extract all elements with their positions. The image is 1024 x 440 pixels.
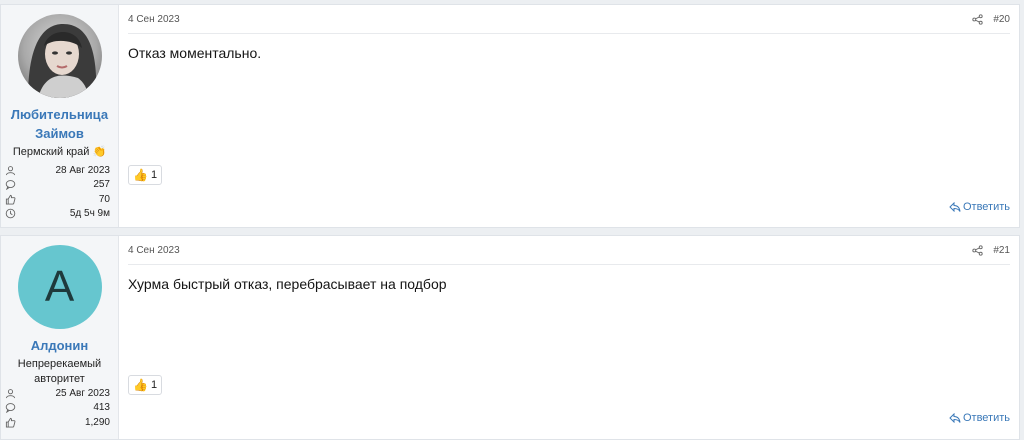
reaction-count: 1 — [150, 169, 158, 181]
stat-value: 5д 5ч 9м — [69, 208, 110, 220]
share-icon[interactable] — [972, 244, 983, 256]
reaction-badge[interactable]: 👍 1 — [128, 165, 163, 185]
post-message: Хурма быстрый отказ, перебрасывает на по… — [128, 276, 447, 292]
stat-messages: 413 — [5, 401, 110, 416]
post-meta: 4 Сен 2023 #21 — [128, 236, 1010, 265]
user-title: Непререкаемый авторитет — [17, 358, 102, 385]
post-number[interactable]: #20 — [993, 14, 1010, 25]
user-stats: 28 Авг 2023 257 70 5д 5ч 9м — [5, 163, 110, 221]
post-content: 4 Сен 2023 #21 Хурма быстрый отказ, пере… — [119, 236, 1019, 439]
user-title: Пермский край 👏 — [12, 146, 107, 158]
clock-icon — [5, 208, 16, 219]
post-date[interactable]: 4 Сен 2023 — [128, 14, 180, 25]
user-stats: 25 Авг 2023 413 1,290 — [5, 386, 110, 430]
stat-value: 25 Авг 2023 — [55, 387, 110, 399]
thumbs-up-icon — [5, 417, 16, 428]
stat-joined: 25 Авг 2023 — [5, 386, 110, 401]
reply-button[interactable]: Ответить — [949, 412, 1010, 424]
user-info: Любительница Займов Пермский край 👏 28 А… — [1, 5, 119, 227]
stat-value: 257 — [93, 179, 110, 191]
reaction-count: 1 — [150, 379, 158, 391]
post: A Алдонин Непререкаемый авторитет 25 Авг… — [0, 235, 1020, 440]
avatar-photo-icon — [27, 24, 96, 98]
post-number[interactable]: #21 — [993, 245, 1010, 256]
post-meta: 4 Сен 2023 #20 — [128, 5, 1010, 34]
stat-value: 28 Авг 2023 — [55, 164, 110, 176]
share-icon[interactable] — [972, 13, 983, 25]
reaction-badge[interactable]: 👍 1 — [128, 375, 163, 395]
user-icon — [5, 165, 16, 176]
username[interactable]: Алдонин — [1, 336, 118, 355]
reply-button[interactable]: Ответить — [949, 201, 1010, 213]
user-icon — [5, 388, 16, 399]
avatar[interactable]: A — [17, 245, 102, 329]
stat-messages: 257 — [5, 178, 110, 193]
post-message: Отказ моментально. — [128, 45, 262, 61]
thumbs-up-icon — [5, 194, 16, 205]
avatar[interactable] — [17, 14, 102, 98]
post-content: 4 Сен 2023 #20 Отказ моментально. 👍 1 От… — [119, 5, 1019, 227]
reply-label: Ответить — [962, 201, 1010, 213]
post-date[interactable]: 4 Сен 2023 — [128, 245, 180, 256]
stat-reactions: 1,290 — [5, 415, 110, 430]
stat-value: 70 — [98, 193, 110, 205]
comment-icon — [5, 180, 16, 191]
reply-icon — [949, 202, 961, 212]
reply-label: Ответить — [962, 412, 1010, 424]
reply-icon — [949, 413, 961, 423]
user-info: A Алдонин Непререкаемый авторитет 25 Авг… — [1, 236, 119, 439]
thumbs-up-emoji-icon: 👍 — [133, 168, 148, 182]
stat-time: 5д 5ч 9м — [5, 207, 110, 222]
comment-icon — [5, 403, 16, 414]
stat-value: 1,290 — [84, 416, 110, 428]
username[interactable]: Любительница Займов — [1, 105, 118, 143]
thumbs-up-emoji-icon: 👍 — [133, 378, 148, 392]
post: Любительница Займов Пермский край 👏 28 А… — [0, 4, 1020, 228]
stat-value: 413 — [93, 402, 110, 414]
stat-joined: 28 Авг 2023 — [5, 163, 110, 178]
stat-reactions: 70 — [5, 192, 110, 207]
